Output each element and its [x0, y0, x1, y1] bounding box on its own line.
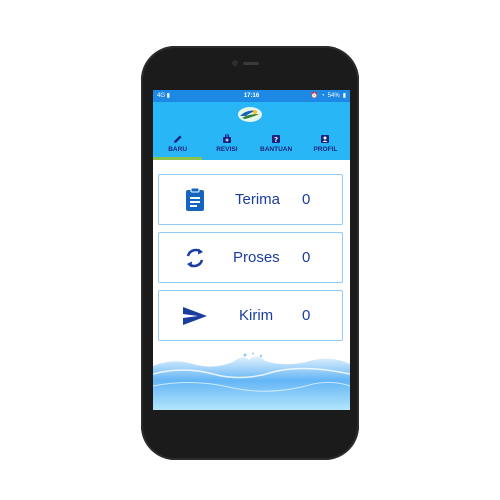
- tab-baru[interactable]: BARU: [153, 132, 203, 160]
- tab-bantuan-label: BANTUAN: [260, 146, 293, 153]
- tab-revisi[interactable]: REVISI: [202, 132, 251, 160]
- tab-baru-label: BARU: [168, 146, 188, 153]
- card-kirim-count: 0: [302, 307, 311, 324]
- front-camera: [232, 60, 238, 66]
- tab-bar: BARU REVISI ? BANTUAN PROFIL: [153, 132, 350, 160]
- card-proses[interactable]: Proses 0: [158, 232, 343, 283]
- active-tab-indicator: [153, 157, 203, 160]
- card-terima-count: 0: [302, 191, 311, 208]
- profile-icon: [321, 135, 330, 143]
- alarm-icon: ⏰: [310, 93, 319, 99]
- status-bar: 4G ▮ 17:16 ⏰ ◔ 54% ▮: [153, 90, 350, 102]
- card-proses-count: 0: [302, 249, 311, 266]
- clipboard-icon: [186, 187, 204, 211]
- tab-profil-label: PROFIL: [313, 146, 338, 153]
- sync-icon: [186, 248, 204, 268]
- tab-bantuan[interactable]: ? BANTUAN: [252, 132, 301, 160]
- app-logo: [238, 107, 262, 122]
- svg-text:?: ?: [274, 136, 278, 144]
- card-kirim[interactable]: Kirim 0: [158, 290, 343, 341]
- earpiece-speaker: [243, 62, 259, 65]
- send-icon: [183, 307, 207, 325]
- briefcase-plus-icon: [222, 134, 231, 143]
- battery-icon: ▮: [342, 93, 346, 99]
- wifi-icon: ◔: [321, 93, 325, 99]
- tab-profil[interactable]: PROFIL: [301, 132, 350, 160]
- card-proses-label: Proses: [233, 249, 280, 266]
- app-bar: BARU REVISI ? BANTUAN PROFIL: [153, 102, 350, 160]
- card-kirim-label: Kirim: [239, 307, 274, 324]
- water-splash-image: [153, 352, 350, 410]
- status-icons: ⏰ ◔ 54% ▮: [311, 90, 346, 102]
- pencil-icon: [173, 135, 182, 143]
- battery-text: 54%: [327, 93, 340, 99]
- tab-revisi-label: REVISI: [216, 146, 238, 153]
- card-terima-label: Terima: [235, 191, 281, 208]
- help-icon: ?: [272, 135, 281, 144]
- card-terima[interactable]: Terima 0: [158, 174, 343, 225]
- app-screen: 4G ▮ 17:16 ⏰ ◔ 54% ▮ BARU REVISI ? BANTU…: [153, 90, 350, 410]
